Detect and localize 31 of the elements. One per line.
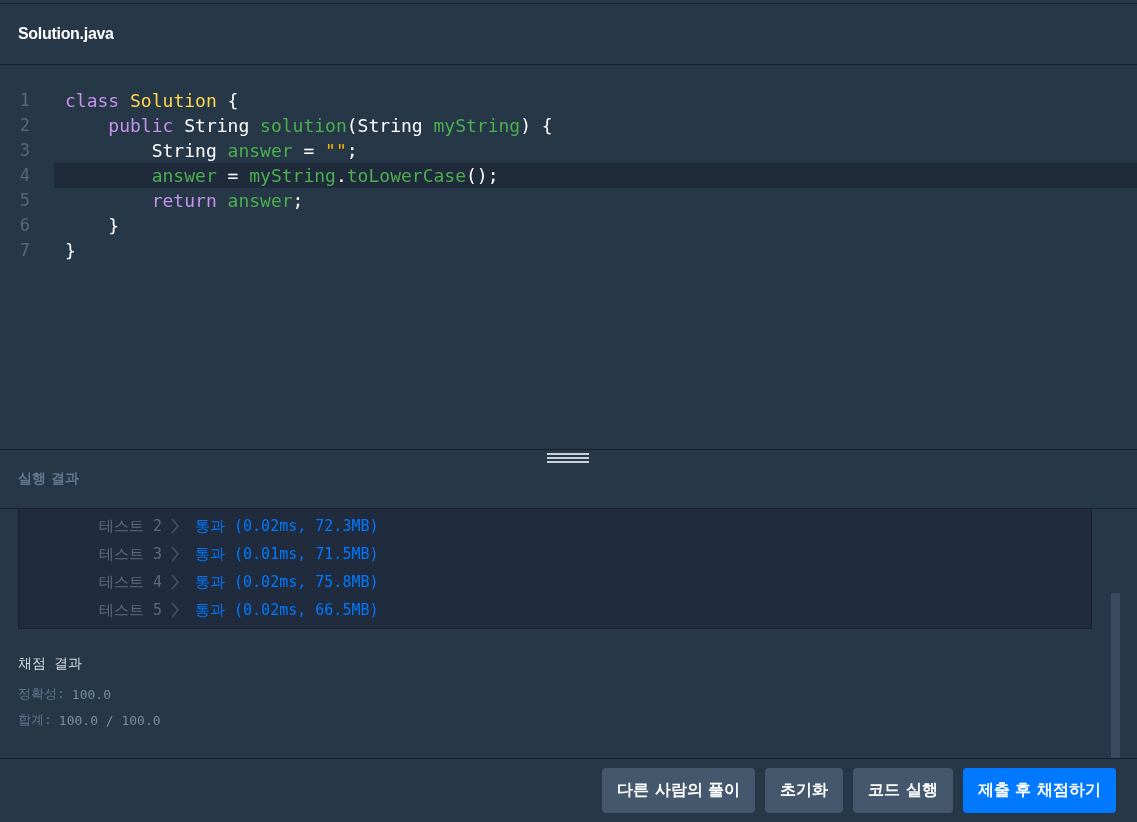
code-line: public String solution(String myString) { [107, 114, 554, 138]
scrollbar[interactable] [1111, 593, 1120, 758]
resize-handle[interactable] [547, 452, 589, 463]
code-line: } [107, 214, 121, 238]
chevron-icon [171, 518, 179, 534]
test-result: 통과 (0.01ms, 71.5MB) [195, 544, 379, 564]
chevron-icon [171, 602, 179, 618]
chevron-icon [171, 546, 179, 562]
file-tab[interactable]: Solution.java [18, 25, 114, 43]
chevron-icon [171, 574, 179, 590]
code-line: class Solution { [64, 89, 240, 113]
test-label: 테스트 5 [99, 600, 164, 620]
test-result: 통과 (0.02ms, 72.3MB) [195, 516, 379, 536]
score-value: 100.0 [71, 686, 111, 702]
test-label: 테스트 2 [99, 516, 164, 536]
code-line: return answer; [150, 189, 305, 213]
test-label: 테스트 4 [99, 572, 164, 592]
test-label: 테스트 3 [99, 544, 164, 564]
action-button[interactable]: 초기화 [765, 768, 844, 813]
action-button[interactable]: 코드 실행 [853, 768, 953, 813]
test-result: 통과 (0.02ms, 75.8MB) [195, 572, 379, 592]
action-button[interactable]: 다른 사람의 풀이 [602, 768, 756, 813]
action-button[interactable]: 제출 후 채점하기 [962, 768, 1116, 813]
score-label: 합계: [18, 711, 52, 729]
code-line: } [64, 239, 77, 263]
test-result: 통과 (0.02ms, 66.5MB) [195, 600, 379, 620]
score-label: 정확성: [18, 685, 65, 703]
grading-title: 채점 결과 [18, 655, 84, 673]
score-value: 100.0 / 100.0 [58, 712, 161, 728]
code-line: String answer = ""; [150, 139, 359, 163]
section-title: 실행 결과 [18, 470, 79, 488]
